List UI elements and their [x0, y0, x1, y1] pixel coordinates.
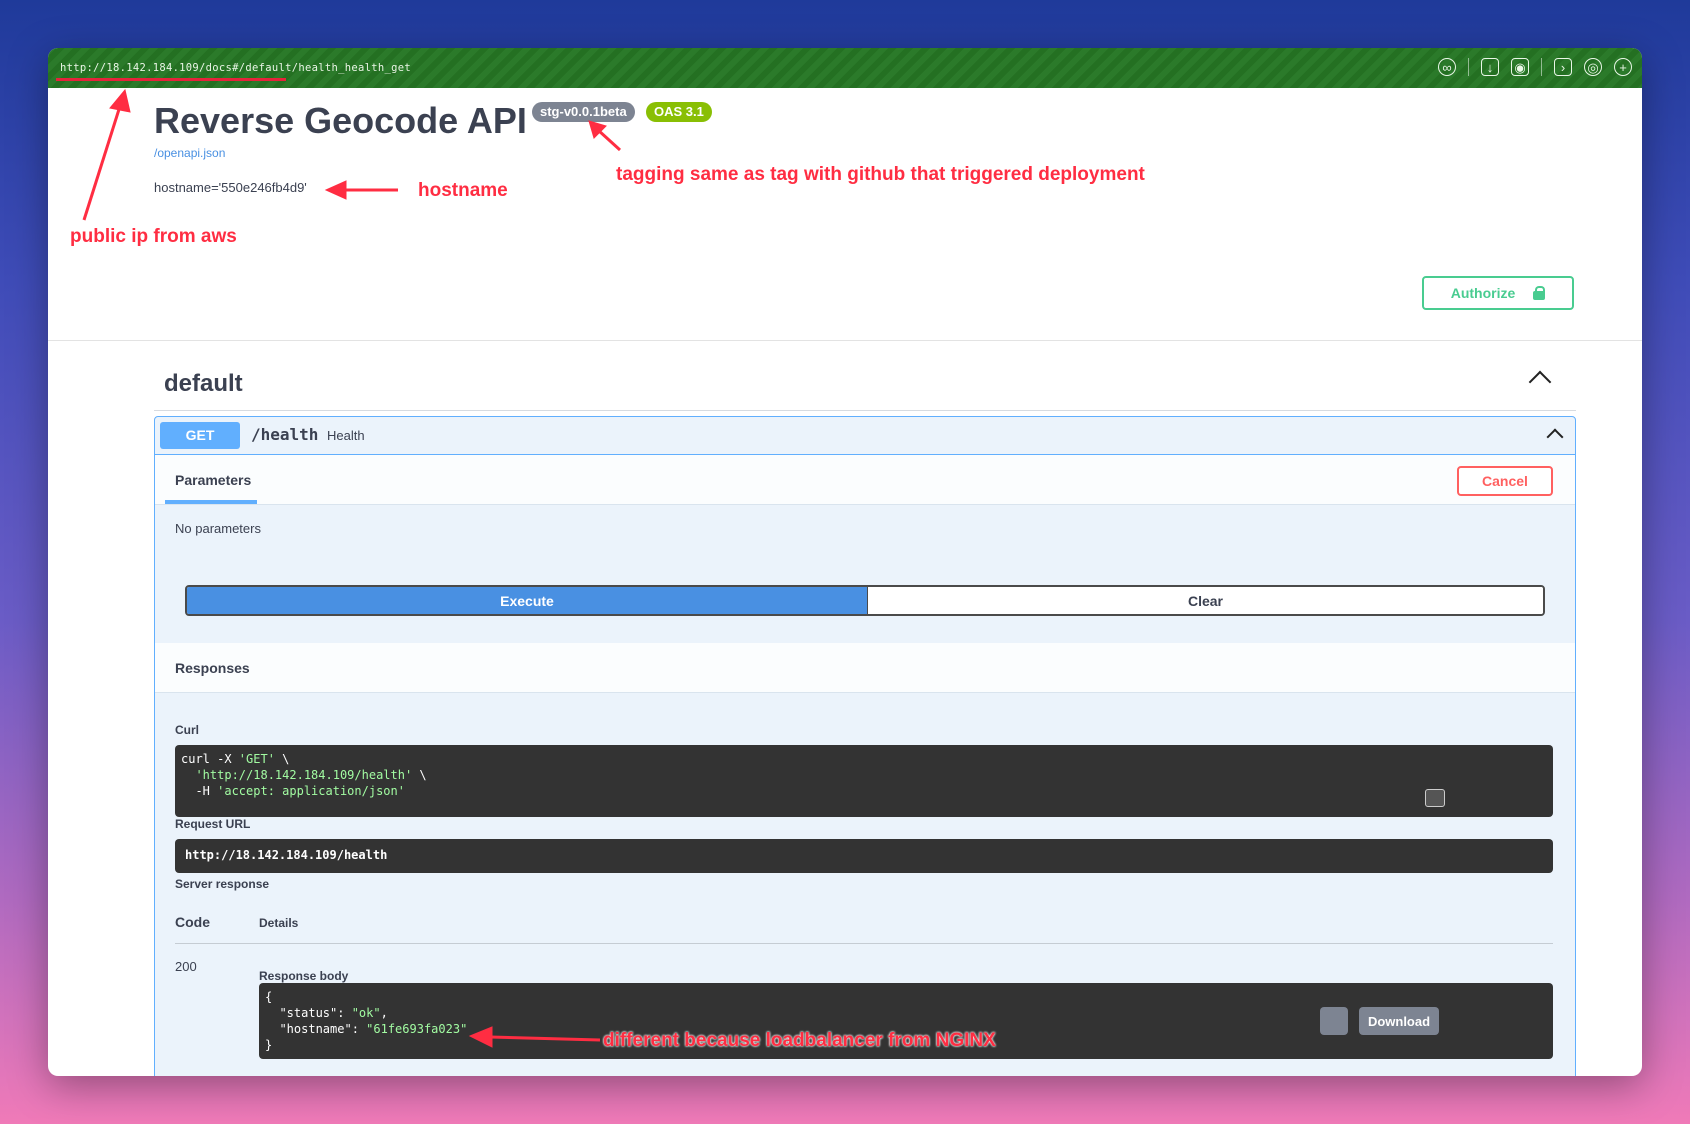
- code-column-header: Code: [175, 914, 210, 930]
- server-response-label: Server response: [175, 877, 270, 891]
- clipboard-icon[interactable]: [1425, 789, 1445, 807]
- request-url-label: Request URL: [175, 817, 251, 831]
- url-bar[interactable]: http://18.142.184.109/docs#/default/heal…: [60, 62, 411, 74]
- browser-toolbar: http://18.142.184.109/docs#/default/heal…: [48, 48, 1642, 88]
- download-icon[interactable]: ↓: [1481, 58, 1499, 76]
- clear-button[interactable]: Clear: [867, 587, 1543, 614]
- curl-text: curl -X: [181, 752, 239, 766]
- crosshair-icon[interactable]: +: [1614, 58, 1632, 76]
- clipboard-icon[interactable]: [1320, 1007, 1348, 1035]
- version-badge: stg-v0.0.1beta: [532, 102, 635, 122]
- authorize-label: Authorize: [1450, 285, 1516, 301]
- curl-text: -H: [181, 784, 218, 798]
- tab-parameters[interactable]: Parameters: [175, 472, 251, 488]
- response-body-label: Response body: [259, 969, 349, 983]
- operation-block: GET /health Health Parameters Cancel No …: [154, 416, 1576, 1076]
- json-brace: }: [265, 1038, 273, 1052]
- oas-badge: OAS 3.1: [646, 102, 712, 122]
- request-url-value: http://18.142.184.109/health: [175, 839, 1553, 873]
- curl-string: 'GET': [238, 752, 275, 766]
- lock-icon: [1533, 286, 1546, 300]
- link-icon[interactable]: ∞: [1438, 58, 1456, 76]
- responses-header: Responses: [155, 643, 1575, 693]
- operation-summary-text: Health: [327, 428, 365, 443]
- toolbar-icons: ∞ ↓ ◉ › ◎ +: [1438, 58, 1632, 76]
- globe-icon[interactable]: ◎: [1584, 58, 1602, 76]
- curl-label: Curl: [175, 723, 199, 737]
- annotation-hostname: hostname: [418, 180, 508, 201]
- section-title[interactable]: default: [164, 370, 243, 398]
- curl-code-block[interactable]: curl -X 'GET' \ 'http://18.142.184.109/h…: [175, 745, 1553, 817]
- json-key: "hostname": [279, 1022, 352, 1036]
- openapi-json-link[interactable]: /openapi.json: [154, 146, 225, 160]
- download-button[interactable]: Download: [1359, 1007, 1439, 1035]
- camera-icon[interactable]: ◉: [1511, 58, 1529, 76]
- curl-text: \: [412, 768, 427, 782]
- response-code: 200: [175, 959, 197, 974]
- section-divider: [154, 410, 1576, 411]
- header-divider: [48, 340, 1642, 341]
- toolbar-separator: [1541, 58, 1542, 76]
- annotation-different: different because loadbalancer from NGIN…: [603, 1030, 996, 1051]
- execute-button[interactable]: Execute: [187, 587, 867, 614]
- terminal-icon[interactable]: ›: [1554, 58, 1572, 76]
- annotation-tagging: tagging same as tag with github that tri…: [616, 164, 1145, 185]
- chevron-up-icon[interactable]: [1546, 428, 1564, 446]
- chevron-up-icon[interactable]: [1528, 370, 1552, 394]
- authorize-button[interactable]: Authorize: [1422, 276, 1574, 310]
- toolbar-separator: [1468, 58, 1469, 76]
- parameters-header: Parameters Cancel: [155, 455, 1575, 505]
- no-parameters-text: No parameters: [175, 521, 261, 536]
- browser-window: http://18.142.184.109/docs#/default/heal…: [48, 48, 1642, 1076]
- curl-string: 'accept: application/json': [217, 784, 405, 798]
- curl-text: \: [274, 752, 290, 766]
- url-highlight-underline: [56, 78, 286, 81]
- details-column-header: Details: [259, 916, 299, 930]
- operation-summary[interactable]: GET /health Health: [155, 417, 1575, 455]
- tab-active-indicator: [165, 500, 257, 504]
- hostname-description: hostname='550e246fb4d9': [154, 180, 307, 195]
- curl-string: 'http://18.142.184.109/health': [195, 768, 413, 782]
- json-value: "61fe693fa023": [366, 1022, 468, 1036]
- cancel-button[interactable]: Cancel: [1457, 466, 1553, 496]
- operation-path: /health: [251, 425, 319, 444]
- execute-button-group: Execute Clear: [185, 585, 1545, 616]
- json-brace: {: [265, 990, 273, 1004]
- method-badge: GET: [160, 422, 240, 449]
- json-value: "ok": [351, 1006, 381, 1020]
- annotation-public-ip: public ip from aws: [70, 226, 237, 247]
- response-table-divider: [175, 943, 1553, 944]
- json-key: "status": [279, 1006, 338, 1020]
- responses-title: Responses: [175, 660, 250, 676]
- api-title: Reverse Geocode API: [154, 100, 527, 141]
